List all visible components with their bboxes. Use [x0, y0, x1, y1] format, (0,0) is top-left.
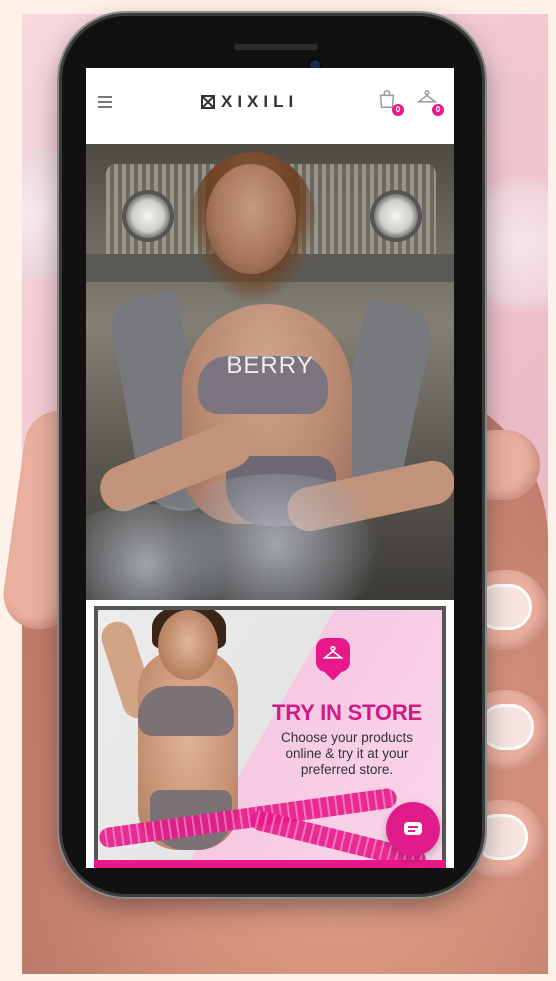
- brand-logo[interactable]: XIXILI: [201, 90, 298, 114]
- logo-mark-icon: [201, 95, 215, 109]
- promo-title: TRY IN STORE: [272, 700, 422, 725]
- model-head: [206, 164, 296, 274]
- truck-headlight: [374, 194, 418, 238]
- fingernail: [476, 584, 532, 630]
- chat-bubble-icon: [404, 822, 422, 835]
- fingernail: [480, 704, 534, 750]
- promo-line: Choose your products: [280, 730, 414, 745]
- cart-count-badge: 0: [392, 104, 404, 116]
- hero-banner[interactable]: BERRY: [86, 144, 454, 600]
- app-header: XIXILI 0 0: [86, 68, 454, 144]
- model-bra: [138, 686, 234, 736]
- promo-line: preferred store.: [300, 762, 394, 777]
- hamburger-menu-icon[interactable]: [98, 96, 112, 108]
- lace-decoration: [478, 154, 548, 334]
- truck-headlight: [126, 194, 170, 238]
- fingernail: [474, 814, 528, 860]
- model-head: [158, 610, 218, 680]
- promo-line: online & try it at your: [285, 746, 409, 761]
- phone-frame: XIXILI 0 0 BERRY TRY IN STORE Choose you…: [62, 16, 482, 894]
- speaker-grille: [234, 44, 318, 50]
- hero-collection-label: BERRY: [226, 352, 314, 379]
- cart-button[interactable]: 0: [376, 88, 404, 116]
- wishlist-button[interactable]: 0: [416, 88, 444, 116]
- promo-bottom-strip: [94, 860, 446, 868]
- promo-description: Choose your products online & try it at …: [248, 730, 442, 778]
- hanger-location-pin-icon: [316, 638, 350, 672]
- brand-name: XIXILI: [221, 92, 299, 111]
- phone-screen: XIXILI 0 0 BERRY TRY IN STORE Choose you…: [86, 68, 454, 868]
- hanger-icon: [322, 645, 344, 659]
- wishlist-count-badge: 0: [432, 104, 444, 116]
- chat-button[interactable]: [386, 802, 440, 856]
